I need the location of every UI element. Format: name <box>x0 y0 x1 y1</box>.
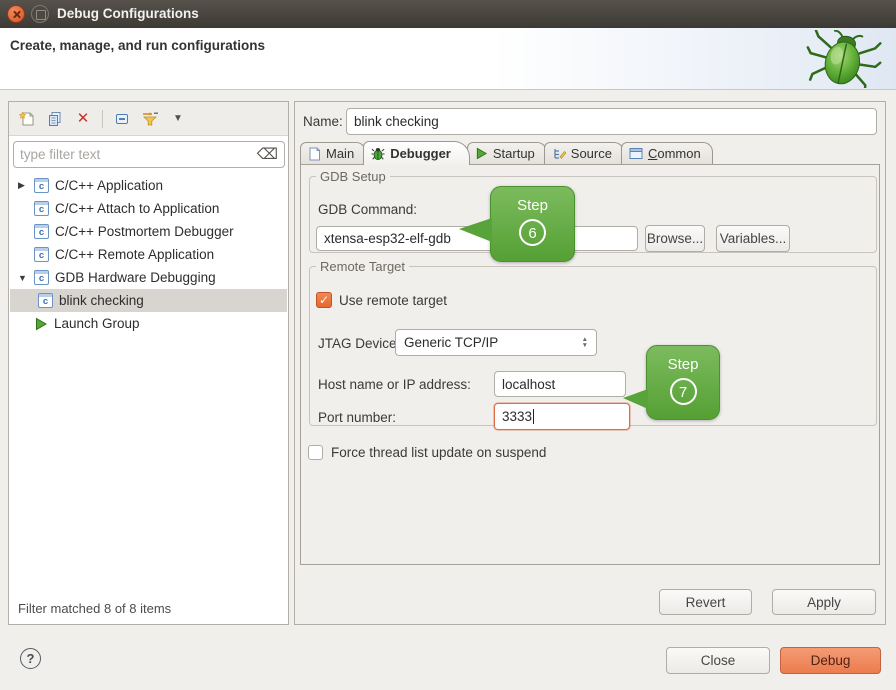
collapse-arrow-icon[interactable]: ▼ <box>18 273 34 283</box>
c-application-icon: c <box>34 224 49 239</box>
tab-source[interactable]: Source <box>544 142 624 164</box>
tree-item-cpp-attach[interactable]: c C/C++ Attach to Application <box>10 197 287 220</box>
configurations-panel: ✕ ▼ ⌫ ▶ <box>8 101 289 625</box>
configuration-name-input[interactable] <box>346 108 877 135</box>
host-name-label: Host name or IP address: <box>318 377 471 392</box>
jtag-device-label: JTAG Device: <box>318 336 400 351</box>
port-number-label: Port number: <box>318 410 396 425</box>
tab-main[interactable]: Main <box>300 142 366 164</box>
step-6-callout: Step 6 <box>490 186 575 262</box>
delete-configuration-icon[interactable]: ✕ <box>74 110 92 128</box>
c-application-icon: c <box>34 247 49 262</box>
gdb-command-label: GDB Command: <box>318 202 417 217</box>
use-remote-target-checkbox[interactable]: ✓ <box>316 292 332 308</box>
tree-item-cpp-application[interactable]: ▶ c C/C++ Application <box>10 174 287 197</box>
gdb-setup-legend: GDB Setup <box>316 169 390 184</box>
window-title: Debug Configurations <box>57 0 199 28</box>
tree-item-blink-checking[interactable]: c blink checking <box>10 289 287 312</box>
configuration-editor-panel: Name: Main Debugger <box>294 101 886 625</box>
c-application-icon: c <box>34 201 49 216</box>
c-application-icon: c <box>34 270 49 285</box>
window-close-button[interactable] <box>7 5 25 23</box>
debug-button[interactable]: Debug <box>780 647 881 674</box>
step-6-number: 6 <box>519 219 546 246</box>
force-thread-list-checkbox[interactable] <box>308 445 323 460</box>
force-thread-list-label: Force thread list update on suspend <box>331 445 546 460</box>
callout-tail <box>459 218 492 242</box>
debugger-bug-icon <box>371 147 385 161</box>
browse-button[interactable]: Browse... <box>645 225 705 252</box>
combo-spinner-icon: ▲▼ <box>582 337 588 348</box>
remote-target-group: Remote Target ✓ Use remote target JTAG D… <box>309 259 877 426</box>
collapse-all-icon[interactable] <box>113 110 131 128</box>
configuration-tree: ▶ c C/C++ Application c C/C++ Attach to … <box>10 174 287 335</box>
new-configuration-icon[interactable] <box>18 110 36 128</box>
duplicate-configuration-icon[interactable] <box>46 110 64 128</box>
startup-run-icon <box>475 147 488 160</box>
dialog-header: Create, manage, and run configurations <box>0 28 896 90</box>
tab-common[interactable]: Common <box>621 142 713 164</box>
toolbar-separator <box>102 110 103 128</box>
jtag-device-select[interactable]: Generic TCP/IP ▲▼ <box>395 329 597 356</box>
variables-button[interactable]: Variables... <box>716 225 790 252</box>
tree-item-cpp-remote[interactable]: c C/C++ Remote Application <box>10 243 287 266</box>
host-name-input[interactable] <box>494 371 626 397</box>
remote-target-legend: Remote Target <box>316 259 409 274</box>
close-button[interactable]: Close <box>666 647 770 674</box>
tree-item-launch-group[interactable]: Launch Group <box>10 312 287 335</box>
debugger-tab-content: GDB Setup GDB Command: Browse... Variabl… <box>300 164 880 565</box>
header-title: Create, manage, and run configurations <box>10 38 265 53</box>
text-cursor <box>533 409 534 424</box>
filter-configurations-icon[interactable] <box>141 110 159 128</box>
filter-box: ⌫ <box>13 141 285 168</box>
toolbar-menu-caret-icon[interactable]: ▼ <box>169 110 187 128</box>
main-tab-page-icon <box>308 147 321 161</box>
name-label: Name: <box>303 114 343 129</box>
callout-tail <box>623 389 648 409</box>
gdb-setup-group: GDB Setup GDB Command: Browse... Variabl… <box>309 169 877 253</box>
apply-button[interactable]: Apply <box>772 589 876 615</box>
tree-item-cpp-postmortem[interactable]: c C/C++ Postmortem Debugger <box>10 220 287 243</box>
filter-status-text: Filter matched 8 of 8 items <box>18 601 171 616</box>
source-lookup-icon <box>552 147 566 161</box>
debug-configurations-dialog: Debug Configurations Create, manage, and… <box>0 0 896 690</box>
expand-arrow-icon[interactable]: ▶ <box>18 180 34 191</box>
step-7-callout: Step 7 <box>646 345 720 420</box>
debug-bug-icon <box>804 30 882 88</box>
revert-button[interactable]: Revert <box>659 589 752 615</box>
titlebar: Debug Configurations <box>0 0 896 28</box>
common-window-icon <box>629 147 643 160</box>
configurations-toolbar: ✕ ▼ <box>9 102 288 136</box>
port-number-input[interactable]: 3333 <box>494 403 630 430</box>
use-remote-target-label: Use remote target <box>339 293 447 308</box>
configuration-tabs: Main Debugger Startup <box>300 141 710 165</box>
clear-filter-icon[interactable]: ⌫ <box>257 147 278 162</box>
step-7-number: 7 <box>670 378 697 405</box>
tab-startup[interactable]: Startup <box>467 142 547 164</box>
c-application-icon: c <box>38 293 53 308</box>
c-application-icon: c <box>34 178 49 193</box>
window-maximize-button[interactable] <box>31 5 49 23</box>
filter-input[interactable] <box>20 147 257 162</box>
help-button[interactable]: ? <box>20 648 41 669</box>
launch-group-icon <box>34 317 48 331</box>
tab-debugger[interactable]: Debugger <box>363 141 470 165</box>
tree-item-gdb-hardware-debugging[interactable]: ▼ c GDB Hardware Debugging <box>10 266 287 289</box>
